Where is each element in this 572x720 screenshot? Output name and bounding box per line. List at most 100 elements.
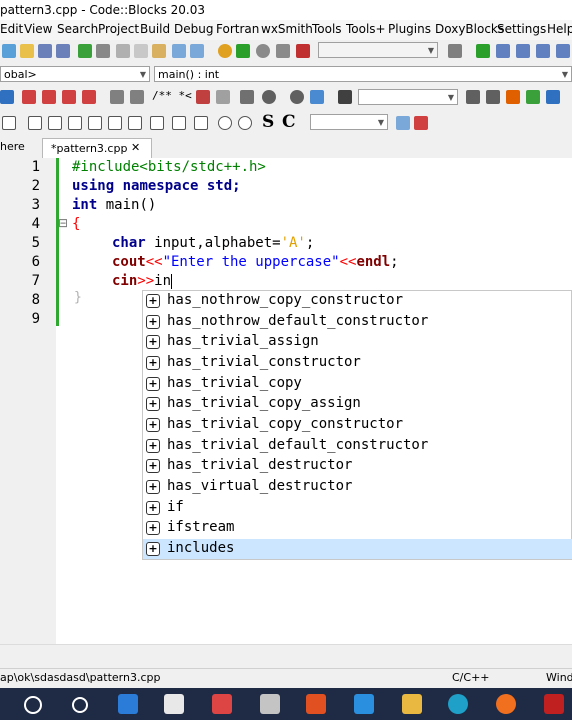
next-bookmark-icon[interactable] bbox=[62, 90, 76, 104]
pin-icon[interactable] bbox=[240, 90, 254, 104]
redo-icon[interactable] bbox=[96, 44, 110, 58]
search-icon[interactable] bbox=[24, 696, 42, 714]
list-icon[interactable] bbox=[448, 44, 462, 58]
search-combo[interactable]: ▼ bbox=[358, 89, 458, 105]
doxywizard-icon[interactable] bbox=[196, 90, 210, 104]
save-icon[interactable] bbox=[38, 44, 52, 58]
edge-icon[interactable] bbox=[448, 694, 468, 714]
mail-icon[interactable] bbox=[118, 694, 138, 714]
debug-run-icon[interactable] bbox=[476, 44, 490, 58]
zoom-in-icon[interactable] bbox=[218, 116, 232, 130]
find-icon[interactable] bbox=[172, 44, 186, 58]
menu-help[interactable]: Help bbox=[547, 22, 572, 36]
undo-icon[interactable] bbox=[78, 44, 92, 58]
menu-debug[interactable]: Debug bbox=[174, 22, 213, 36]
zoom-out-icon[interactable] bbox=[238, 116, 252, 130]
autocomplete-item[interactable]: + has_trivial_copy_constructor bbox=[143, 415, 572, 435]
frame-icon[interactable] bbox=[2, 116, 16, 130]
clear-bookmark-icon[interactable] bbox=[82, 90, 96, 104]
firefox-icon[interactable] bbox=[496, 694, 516, 714]
menu-edit[interactable]: Edit bbox=[0, 22, 23, 36]
menu-doxyblocks[interactable]: DoxyBlocks bbox=[435, 22, 504, 36]
table-icon[interactable] bbox=[128, 116, 142, 130]
new-file-icon[interactable] bbox=[2, 44, 16, 58]
step-over-icon[interactable] bbox=[516, 44, 530, 58]
autocomplete-item[interactable]: + has_trivial_default_constructor bbox=[143, 436, 572, 456]
breakpoint-toggle-icon[interactable] bbox=[262, 90, 276, 104]
window-icon[interactable] bbox=[108, 116, 122, 130]
open-file-icon[interactable] bbox=[20, 44, 34, 58]
play-icon[interactable] bbox=[310, 90, 324, 104]
tab-pattern3[interactable]: *pattern3.cpp ✕ bbox=[42, 138, 152, 158]
copy-icon[interactable] bbox=[134, 44, 148, 58]
fold-marker-icon[interactable]: ⊟ bbox=[58, 216, 68, 230]
find-replace-icon[interactable] bbox=[414, 116, 428, 130]
record-icon[interactable] bbox=[290, 90, 304, 104]
build-target-combo[interactable]: ▼ bbox=[318, 42, 438, 58]
build-gear-icon[interactable] bbox=[218, 44, 232, 58]
font-icon[interactable] bbox=[546, 90, 560, 104]
c-letter-button[interactable]: C bbox=[282, 112, 296, 132]
jump-icon[interactable] bbox=[0, 90, 14, 104]
autocomplete-item[interactable]: + has_trivial_destructor bbox=[143, 456, 572, 476]
menu-tools[interactable]: Tools bbox=[312, 22, 342, 36]
block-icon[interactable] bbox=[110, 90, 124, 104]
search-next-icon[interactable] bbox=[486, 90, 500, 104]
build-run-icon[interactable] bbox=[256, 44, 270, 58]
replace-icon[interactable] bbox=[190, 44, 204, 58]
save-all-icon[interactable] bbox=[56, 44, 70, 58]
app-icon[interactable] bbox=[544, 694, 564, 714]
autocomplete-item[interactable]: + if bbox=[143, 498, 572, 518]
menu-search[interactable]: Search bbox=[57, 22, 98, 36]
highlight-icon[interactable] bbox=[506, 90, 520, 104]
autocomplete-item[interactable]: + has_trivial_copy bbox=[143, 374, 572, 394]
function-combo[interactable]: main() : int ▼ bbox=[154, 66, 572, 82]
s-letter-button[interactable]: S bbox=[262, 112, 274, 132]
wx-combo[interactable]: ▼ bbox=[310, 114, 388, 130]
box-icon[interactable] bbox=[88, 116, 102, 130]
menu-plugins[interactable]: Plugins bbox=[388, 22, 431, 36]
cortana-icon[interactable] bbox=[72, 697, 88, 713]
autocomplete-item[interactable]: + has_nothrow_default_constructor bbox=[143, 312, 572, 332]
help-icon[interactable] bbox=[216, 90, 230, 104]
menu-settings[interactable]: Settings bbox=[497, 22, 546, 36]
doxy-comment-button[interactable]: /** *< bbox=[152, 89, 192, 102]
next-instruction-icon[interactable] bbox=[556, 44, 570, 58]
grid-icon[interactable] bbox=[28, 116, 42, 130]
horizontal-scrollbar[interactable] bbox=[0, 644, 572, 669]
autocomplete-item-selected[interactable]: + includes bbox=[143, 539, 572, 559]
menu-tools-plus[interactable]: Tools+ bbox=[346, 22, 386, 36]
app-icon[interactable] bbox=[260, 694, 280, 714]
menu-project[interactable]: Project bbox=[98, 22, 139, 36]
cut-icon[interactable] bbox=[116, 44, 130, 58]
autocomplete-item[interactable]: + has_trivial_constructor bbox=[143, 353, 572, 373]
rebuild-icon[interactable] bbox=[276, 44, 290, 58]
autocomplete-item[interactable]: + has_trivial_assign bbox=[143, 332, 572, 352]
menu-wxsmith[interactable]: wxSmith bbox=[261, 22, 313, 36]
prev-bookmark-icon[interactable] bbox=[42, 90, 56, 104]
autocomplete-item[interactable]: + has_nothrow_copy_constructor bbox=[143, 291, 572, 311]
sizer-icon[interactable] bbox=[68, 116, 82, 130]
autocomplete-item[interactable]: + ifstream bbox=[143, 518, 572, 538]
file-explorer-icon[interactable] bbox=[402, 694, 422, 714]
find-icon[interactable] bbox=[396, 116, 410, 130]
tab-start-here[interactable]: here bbox=[0, 140, 25, 153]
scope-combo[interactable]: obal> ▼ bbox=[0, 66, 150, 82]
vscode-icon[interactable] bbox=[354, 694, 374, 714]
step-out-icon[interactable] bbox=[536, 44, 550, 58]
run-icon[interactable] bbox=[236, 44, 250, 58]
bookmark-icon[interactable] bbox=[22, 90, 36, 104]
expand-icon[interactable] bbox=[194, 116, 208, 130]
autocomplete-item[interactable]: + has_trivial_copy_assign bbox=[143, 394, 572, 414]
codeblocks-icon[interactable] bbox=[164, 694, 184, 714]
rect-icon[interactable] bbox=[150, 116, 164, 130]
abort-icon[interactable] bbox=[296, 44, 310, 58]
autocomplete-item[interactable]: + has_virtual_destructor bbox=[143, 477, 572, 497]
button-shape-icon[interactable] bbox=[172, 116, 186, 130]
close-icon[interactable]: ✕ bbox=[131, 141, 140, 154]
menu-view[interactable]: View bbox=[24, 22, 52, 36]
panel-icon[interactable] bbox=[48, 116, 62, 130]
paste-icon[interactable] bbox=[152, 44, 166, 58]
office-icon[interactable] bbox=[306, 694, 326, 714]
comment-icon[interactable] bbox=[130, 90, 144, 104]
